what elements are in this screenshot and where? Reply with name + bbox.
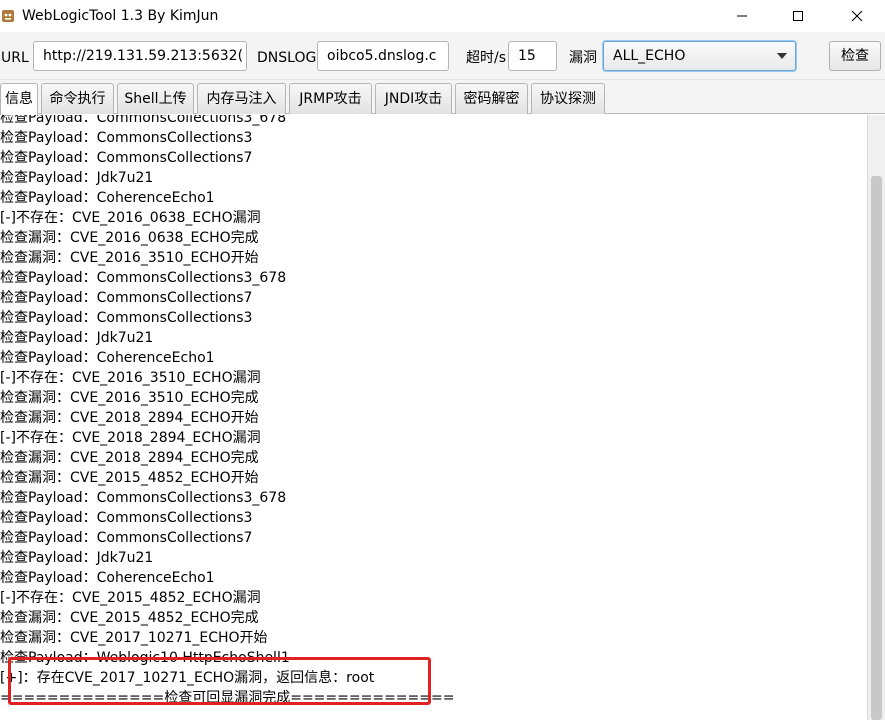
log-line: 检查Payload：CommonsCollections7 <box>0 530 253 546</box>
vuln-select-value: ALL_ECHO <box>613 48 686 64</box>
log-line: 检查Payload：CommonsCollections3_678 <box>0 270 287 286</box>
tab-jrmp-attack[interactable]: JRMP攻击 <box>289 83 372 114</box>
log-line: 检查Payload：CoherenceEcho1 <box>0 350 215 366</box>
title-bar: WebLogicTool 1.3 By KimJun <box>0 0 885 32</box>
tab-protocol-probe[interactable]: 协议探测 <box>531 83 605 114</box>
highlight-annotation <box>8 657 431 705</box>
log-line: 检查Payload：CommonsCollections3 <box>0 510 253 526</box>
vuln-select[interactable]: ALL_ECHO <box>603 41 796 71</box>
close-icon <box>851 10 863 22</box>
minimize-icon <box>736 10 748 22</box>
log-line: 检查漏洞：CVE_2018_2894_ECHO开始 <box>0 410 259 426</box>
log-line: 检查漏洞：CVE_2015_4852_ECHO完成 <box>0 610 259 626</box>
tab-jndi-attack[interactable]: JNDI攻击 <box>375 83 452 114</box>
log-line: 检查漏洞：CVE_2017_10271_ECHO开始 <box>0 630 268 646</box>
vertical-scrollbar[interactable] <box>867 115 885 720</box>
log-line: 检查漏洞：CVE_2018_2894_ECHO完成 <box>0 450 259 466</box>
log-line: 检查漏洞：CVE_2015_4852_ECHO开始 <box>0 470 259 486</box>
dnslog-input[interactable]: oibco5.dnslog.c <box>317 41 449 71</box>
log-line: 检查Payload：CommonsCollections3_678 <box>0 115 287 126</box>
log-line: [-]不存在：CVE_2015_4852_ECHO漏洞 <box>0 590 261 606</box>
log-line: [-]不存在：CVE_2016_0638_ECHO漏洞 <box>0 210 261 226</box>
log-line: 检查Payload：CommonsCollections3 <box>0 130 253 146</box>
log-line: [-]不存在：CVE_2018_2894_ECHO漏洞 <box>0 430 261 446</box>
check-button[interactable]: 检查 <box>829 41 881 71</box>
tab-info[interactable]: 信息 <box>0 83 38 115</box>
log-line: 检查Payload：CommonsCollections7 <box>0 150 253 166</box>
tab-password-decrypt[interactable]: 密码解密 <box>455 83 528 114</box>
log-output[interactable]: 检查Payload：CommonsCollections3_678 检查Payl… <box>0 115 867 720</box>
close-button[interactable] <box>828 0 885 32</box>
timeout-input[interactable]: 15 <box>508 41 557 71</box>
app-icon <box>0 7 16 25</box>
tab-shell-upload[interactable]: Shell上传 <box>117 83 194 114</box>
scrollbar-thumb[interactable] <box>871 176 882 720</box>
log-line: 检查漏洞：CVE_2016_3510_ECHO开始 <box>0 250 259 266</box>
log-line: 检查Payload：Jdk7u21 <box>0 330 154 346</box>
log-line: 检查Payload：CommonsCollections3_678 <box>0 490 287 506</box>
log-line: [-]不存在：CVE_2016_3510_ECHO漏洞 <box>0 370 261 386</box>
log-line: 检查Payload：CommonsCollections7 <box>0 290 253 306</box>
log-line: 检查Payload：CommonsCollections3 <box>0 310 253 326</box>
minimize-button[interactable] <box>713 0 771 32</box>
url-label: URL <box>1 50 29 66</box>
log-line: 检查Payload：CoherenceEcho1 <box>0 570 215 586</box>
url-input[interactable]: http://219.131.59.213:5632( <box>33 41 247 71</box>
tab-bar: 信息 命令执行 Shell上传 内存马注入 JRMP攻击 JNDI攻击 密码解密… <box>0 80 885 115</box>
window-title: WebLogicTool 1.3 By KimJun <box>22 8 219 24</box>
log-line: 检查Payload：Jdk7u21 <box>0 550 154 566</box>
tab-command-exec[interactable]: 命令执行 <box>41 83 114 114</box>
timeout-label: 超时/s <box>466 50 507 66</box>
maximize-button[interactable] <box>769 0 827 32</box>
log-line: 检查Payload：Jdk7u21 <box>0 170 154 186</box>
maximize-icon <box>792 10 804 22</box>
vuln-label: 漏洞 <box>569 50 597 66</box>
dnslog-label: DNSLOG <box>257 50 317 66</box>
toolbar: URL http://219.131.59.213:5632( DNSLOG o… <box>0 32 885 80</box>
log-line: 检查Payload：CoherenceEcho1 <box>0 190 215 206</box>
tab-memshell-inject[interactable]: 内存马注入 <box>197 83 286 114</box>
log-line: 检查漏洞：CVE_2016_0638_ECHO完成 <box>0 230 259 246</box>
log-line: 检查漏洞：CVE_2016_3510_ECHO完成 <box>0 390 259 406</box>
chevron-down-icon <box>777 53 787 59</box>
